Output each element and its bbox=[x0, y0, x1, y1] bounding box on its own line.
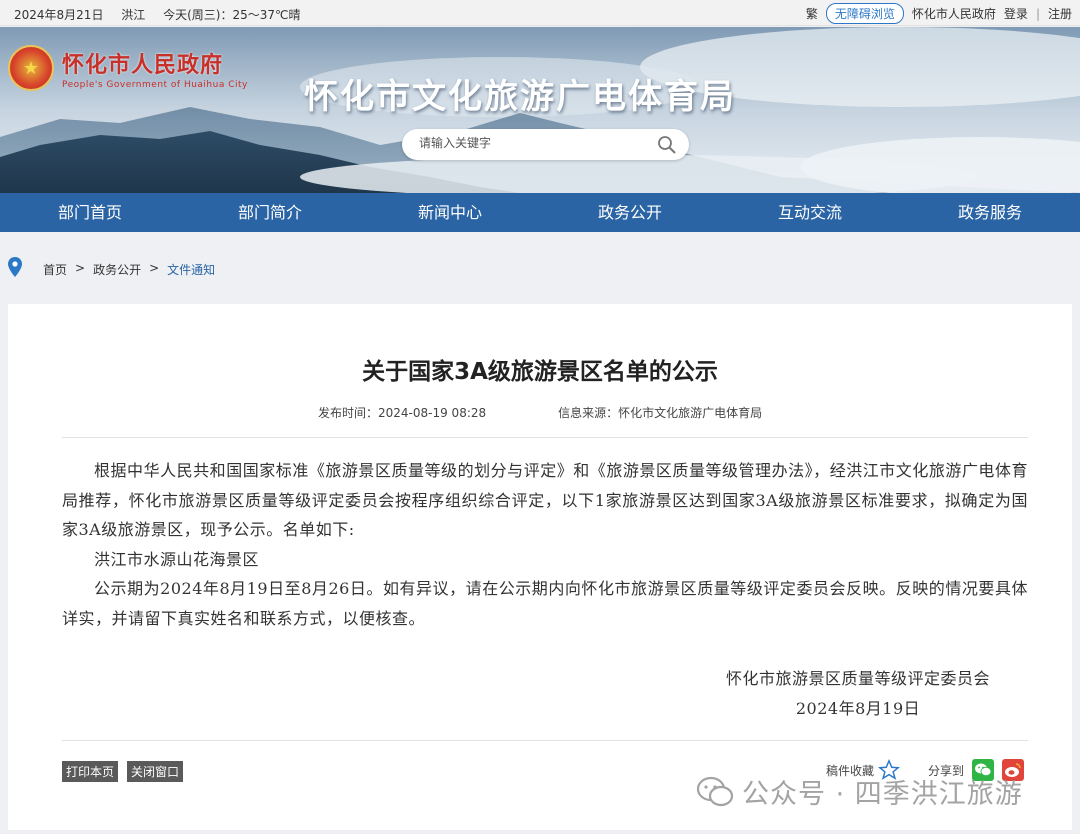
search-box bbox=[402, 129, 689, 160]
paragraph: 洪江市水源山花海景区 bbox=[94, 549, 260, 569]
paragraph: 根据中华人民共和国国家标准《旅游景区质量等级的划分与评定》和《旅游景区质量等级管… bbox=[62, 461, 1028, 539]
header-banner: ★ 怀化市人民政府 People's Government of Huaihua… bbox=[0, 27, 1080, 193]
page-actions: 打印本页 关闭窗口 bbox=[62, 761, 184, 782]
nav-item-gov-affairs[interactable]: 政务公开 bbox=[540, 193, 720, 232]
wechat-official-account-icon bbox=[696, 776, 734, 806]
breadcrumb-gov-affairs[interactable]: 政务公开 bbox=[93, 261, 141, 278]
top-links: 繁 无障碍浏览 怀化市人民政府 登录 | 注册 bbox=[806, 3, 1072, 24]
register-link[interactable]: 注册 bbox=[1048, 5, 1072, 22]
city-name: 洪江 bbox=[121, 8, 146, 22]
divider bbox=[62, 740, 1028, 741]
nav-item-intro[interactable]: 部门简介 bbox=[180, 193, 360, 232]
weather-info: 今天(周三)：25～37℃晴 bbox=[163, 8, 301, 22]
gov-site-link[interactable]: 怀化市人民政府 bbox=[912, 5, 996, 22]
publish-time: 发布时间：2024-08-19 08:28 bbox=[318, 406, 487, 420]
nav-item-interaction[interactable]: 互动交流 bbox=[720, 193, 900, 232]
main-nav: 部门首页 部门简介 新闻中心 政务公开 互动交流 政务服务 bbox=[0, 193, 1080, 232]
info-source: 信息来源：怀化市文化旅游广电体育局 bbox=[558, 406, 763, 420]
date-weather: 2024年8月21日 洪江 今天(周三)：25～37℃晴 bbox=[14, 6, 315, 23]
current-date: 2024年8月21日 bbox=[14, 8, 104, 22]
close-window-button[interactable]: 关闭窗口 bbox=[127, 761, 184, 782]
location-pin-icon bbox=[8, 257, 22, 277]
gov-logo[interactable]: ★ 怀化市人民政府 People's Government of Huaihua… bbox=[8, 45, 248, 91]
logo-chinese-name: 怀化市人民政府 bbox=[62, 52, 224, 78]
signature-date: 2024年8月19日 bbox=[795, 698, 921, 718]
article-body: 根据中华人民共和国国家标准《旅游景区质量等级的划分与评定》和《旅游景区质量等级管… bbox=[62, 456, 1028, 633]
national-emblem-icon: ★ bbox=[8, 45, 54, 91]
nav-item-news[interactable]: 新闻中心 bbox=[360, 193, 540, 232]
article-title: 关于国家3A级旅游景区名单的公示 bbox=[362, 359, 718, 385]
signature: 怀化市旅游景区质量等级评定委员会 2024年8月19日 bbox=[726, 664, 990, 723]
breadcrumb-home[interactable]: 首页 bbox=[43, 261, 67, 278]
nav-item-home[interactable]: 部门首页 bbox=[0, 193, 180, 232]
divider bbox=[62, 437, 1028, 438]
watermark: 公众号 · 四季洪江旅游 bbox=[696, 772, 1023, 811]
link-separator: | bbox=[1035, 6, 1040, 21]
logo-english-name: People's Government of Huaihua City bbox=[62, 79, 248, 90]
nav-item-services[interactable]: 政务服务 bbox=[900, 193, 1080, 232]
login-link[interactable]: 登录 bbox=[1004, 5, 1028, 22]
signature-org: 怀化市旅游景区质量等级评定委员会 bbox=[725, 669, 990, 688]
top-bar: 2024年8月21日 洪江 今天(周三)：25～37℃晴 繁 无障碍浏览 怀化市… bbox=[0, 0, 1080, 26]
article-card: 关于国家3A级旅游景区名单的公示 发布时间：2024-08-19 08:28 信… bbox=[8, 304, 1072, 830]
search-input[interactable] bbox=[419, 136, 639, 150]
search-icon[interactable] bbox=[657, 135, 677, 155]
breadcrumb-current[interactable]: 文件通知 bbox=[167, 261, 215, 278]
accessible-browse-button[interactable]: 无障碍浏览 bbox=[825, 3, 904, 24]
department-title: 怀化市文化旅游广电体育局 bbox=[304, 77, 736, 117]
paragraph: 公示期为2024年8月19日至8月26日。如有异议，请在公示期内向怀化市旅游景区… bbox=[62, 579, 1028, 628]
traditional-chinese-link[interactable]: 繁 bbox=[806, 5, 818, 22]
breadcrumb-separator: > bbox=[149, 261, 160, 275]
article-meta: 发布时间：2024-08-19 08:28 信息来源：怀化市文化旅游广电体育局 bbox=[318, 404, 762, 421]
breadcrumb: 首页 > 政务公开 > 文件通知 bbox=[0, 254, 1080, 282]
watermark-text: 公众号 · 四季洪江旅游 bbox=[742, 779, 1023, 810]
print-button[interactable]: 打印本页 bbox=[62, 761, 119, 782]
breadcrumb-separator: > bbox=[75, 261, 86, 275]
